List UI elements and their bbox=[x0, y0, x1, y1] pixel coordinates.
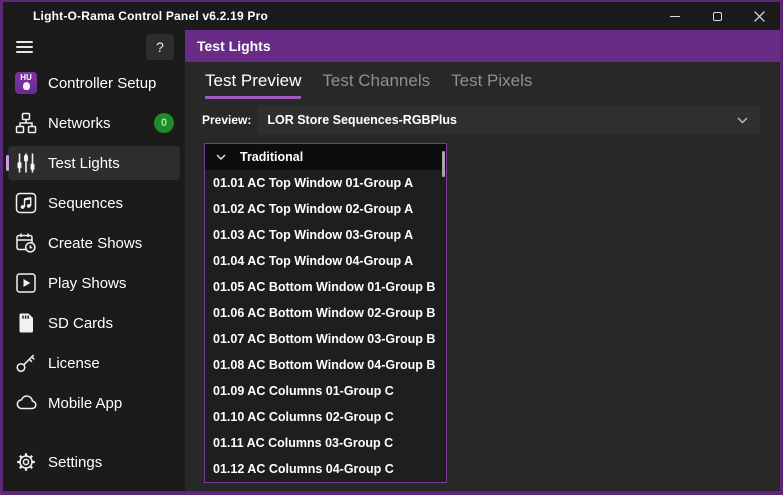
network-icon bbox=[13, 111, 39, 135]
main-content: Test Lights Test Preview Test Channels T… bbox=[185, 30, 780, 491]
music-note-icon bbox=[13, 191, 39, 215]
sidebar-item-license[interactable]: License bbox=[8, 346, 180, 380]
list-item[interactable]: 01.03 AC Top Window 03-Group A bbox=[205, 222, 446, 248]
help-button[interactable]: ? bbox=[146, 34, 174, 60]
sidebar-item-label: Test Lights bbox=[48, 154, 120, 172]
sidebar-item-label: License bbox=[48, 354, 100, 372]
minimize-button[interactable] bbox=[654, 2, 696, 30]
play-icon bbox=[13, 271, 39, 295]
sidebar-item-label: Play Shows bbox=[48, 274, 127, 292]
window-title: Light-O-Rama Control Panel v6.2.19 Pro bbox=[33, 9, 268, 23]
sidebar-item-play-shows[interactable]: Play Shows bbox=[8, 266, 180, 300]
channel-list: Traditional 01.01 AC Top Window 01-Group… bbox=[204, 143, 447, 483]
titlebar: Light-O-Rama Control Panel v6.2.19 Pro bbox=[3, 2, 780, 30]
calendar-clock-icon bbox=[13, 231, 39, 255]
sidebar-item-mobile-app[interactable]: Mobile App bbox=[8, 386, 180, 420]
list-item[interactable]: 01.12 AC Columns 04-Group C bbox=[205, 456, 446, 482]
tab-test-channels[interactable]: Test Channels bbox=[322, 71, 430, 99]
tab-test-preview[interactable]: Test Preview bbox=[205, 71, 302, 99]
sidebar-item-create-shows[interactable]: Create Shows bbox=[8, 226, 180, 260]
list-item[interactable]: 01.08 AC Bottom Window 04-Group B bbox=[205, 352, 446, 378]
sidebar-item-sd-cards[interactable]: SD Cards bbox=[8, 306, 180, 340]
chevron-down-icon bbox=[205, 154, 226, 161]
window-controls bbox=[654, 2, 780, 30]
tab-bar: Test Preview Test Channels Test Pixels bbox=[185, 62, 780, 99]
maximize-button[interactable] bbox=[696, 2, 738, 30]
key-icon bbox=[13, 351, 39, 375]
sidebar-item-label: SD Cards bbox=[48, 314, 114, 332]
list-item[interactable]: 01.06 AC Bottom Window 02-Group B bbox=[205, 300, 446, 326]
channel-group-header[interactable]: Traditional bbox=[205, 144, 446, 170]
sidebar-item-networks[interactable]: Networks 0 bbox=[8, 106, 180, 140]
list-item[interactable]: 01.05 AC Bottom Window 01-Group B bbox=[205, 274, 446, 300]
cloud-icon bbox=[13, 391, 39, 415]
close-icon bbox=[753, 10, 765, 22]
preview-dropdown-value: LOR Store Sequences-RGBPlus bbox=[267, 113, 457, 127]
sidebar-item-controller-setup[interactable]: HU Controller Setup bbox=[8, 66, 180, 100]
sidebar-item-test-lights[interactable]: Test Lights bbox=[6, 146, 180, 180]
list-item[interactable]: 01.01 AC Top Window 01-Group A bbox=[205, 170, 446, 196]
sidebar-item-label: Create Shows bbox=[48, 234, 143, 252]
minimize-icon bbox=[670, 15, 680, 17]
tab-test-pixels[interactable]: Test Pixels bbox=[451, 71, 532, 99]
sidebar: ? HU Controller Setup Networks 0 Test Li… bbox=[3, 30, 185, 491]
page-header: Test Lights bbox=[185, 30, 780, 62]
sidebar-item-settings[interactable]: Settings bbox=[8, 445, 180, 479]
page-title: Test Lights bbox=[197, 38, 271, 54]
selected-indicator-pill bbox=[6, 155, 9, 171]
gear-icon bbox=[13, 450, 39, 474]
sidebar-item-label: Networks bbox=[48, 114, 111, 132]
list-item[interactable]: 01.09 AC Columns 01-Group C bbox=[205, 378, 446, 404]
sidebar-nav: HU Controller Setup Networks 0 Test Ligh… bbox=[3, 62, 185, 420]
hu-logo-icon: HU bbox=[13, 71, 39, 95]
preview-row: Preview: LOR Store Sequences-RGBPlus bbox=[202, 106, 760, 134]
list-item[interactable]: 01.07 AC Bottom Window 03-Group B bbox=[205, 326, 446, 352]
list-item[interactable]: 01.11 AC Columns 03-Group C bbox=[205, 430, 446, 456]
hamburger-menu-button[interactable] bbox=[14, 37, 35, 57]
sidebar-item-label: Controller Setup bbox=[48, 74, 157, 92]
app-window: Light-O-Rama Control Panel v6.2.19 Pro ?… bbox=[0, 0, 783, 495]
networks-count-badge: 0 bbox=[154, 113, 174, 133]
maximize-icon bbox=[712, 11, 722, 21]
sd-card-icon bbox=[13, 311, 39, 335]
list-scrollbar-thumb[interactable] bbox=[442, 151, 445, 177]
preview-label: Preview: bbox=[202, 113, 252, 127]
list-item[interactable]: 01.04 AC Top Window 04-Group A bbox=[205, 248, 446, 274]
sidebar-item-label: Sequences bbox=[48, 194, 124, 212]
sidebar-item-label: Settings bbox=[48, 453, 103, 471]
sidebar-footer: Settings bbox=[3, 445, 185, 491]
sliders-icon bbox=[13, 151, 39, 175]
chevron-down-icon bbox=[737, 117, 748, 124]
channel-group-label: Traditional bbox=[240, 150, 304, 164]
preview-dropdown[interactable]: LOR Store Sequences-RGBPlus bbox=[257, 106, 760, 134]
list-item[interactable]: 01.10 AC Columns 02-Group C bbox=[205, 404, 446, 430]
sidebar-item-sequences[interactable]: Sequences bbox=[8, 186, 180, 220]
help-icon: ? bbox=[156, 39, 164, 55]
list-item[interactable]: 01.02 AC Top Window 02-Group A bbox=[205, 196, 446, 222]
sidebar-item-label: Mobile App bbox=[48, 394, 123, 412]
close-button[interactable] bbox=[738, 2, 780, 30]
